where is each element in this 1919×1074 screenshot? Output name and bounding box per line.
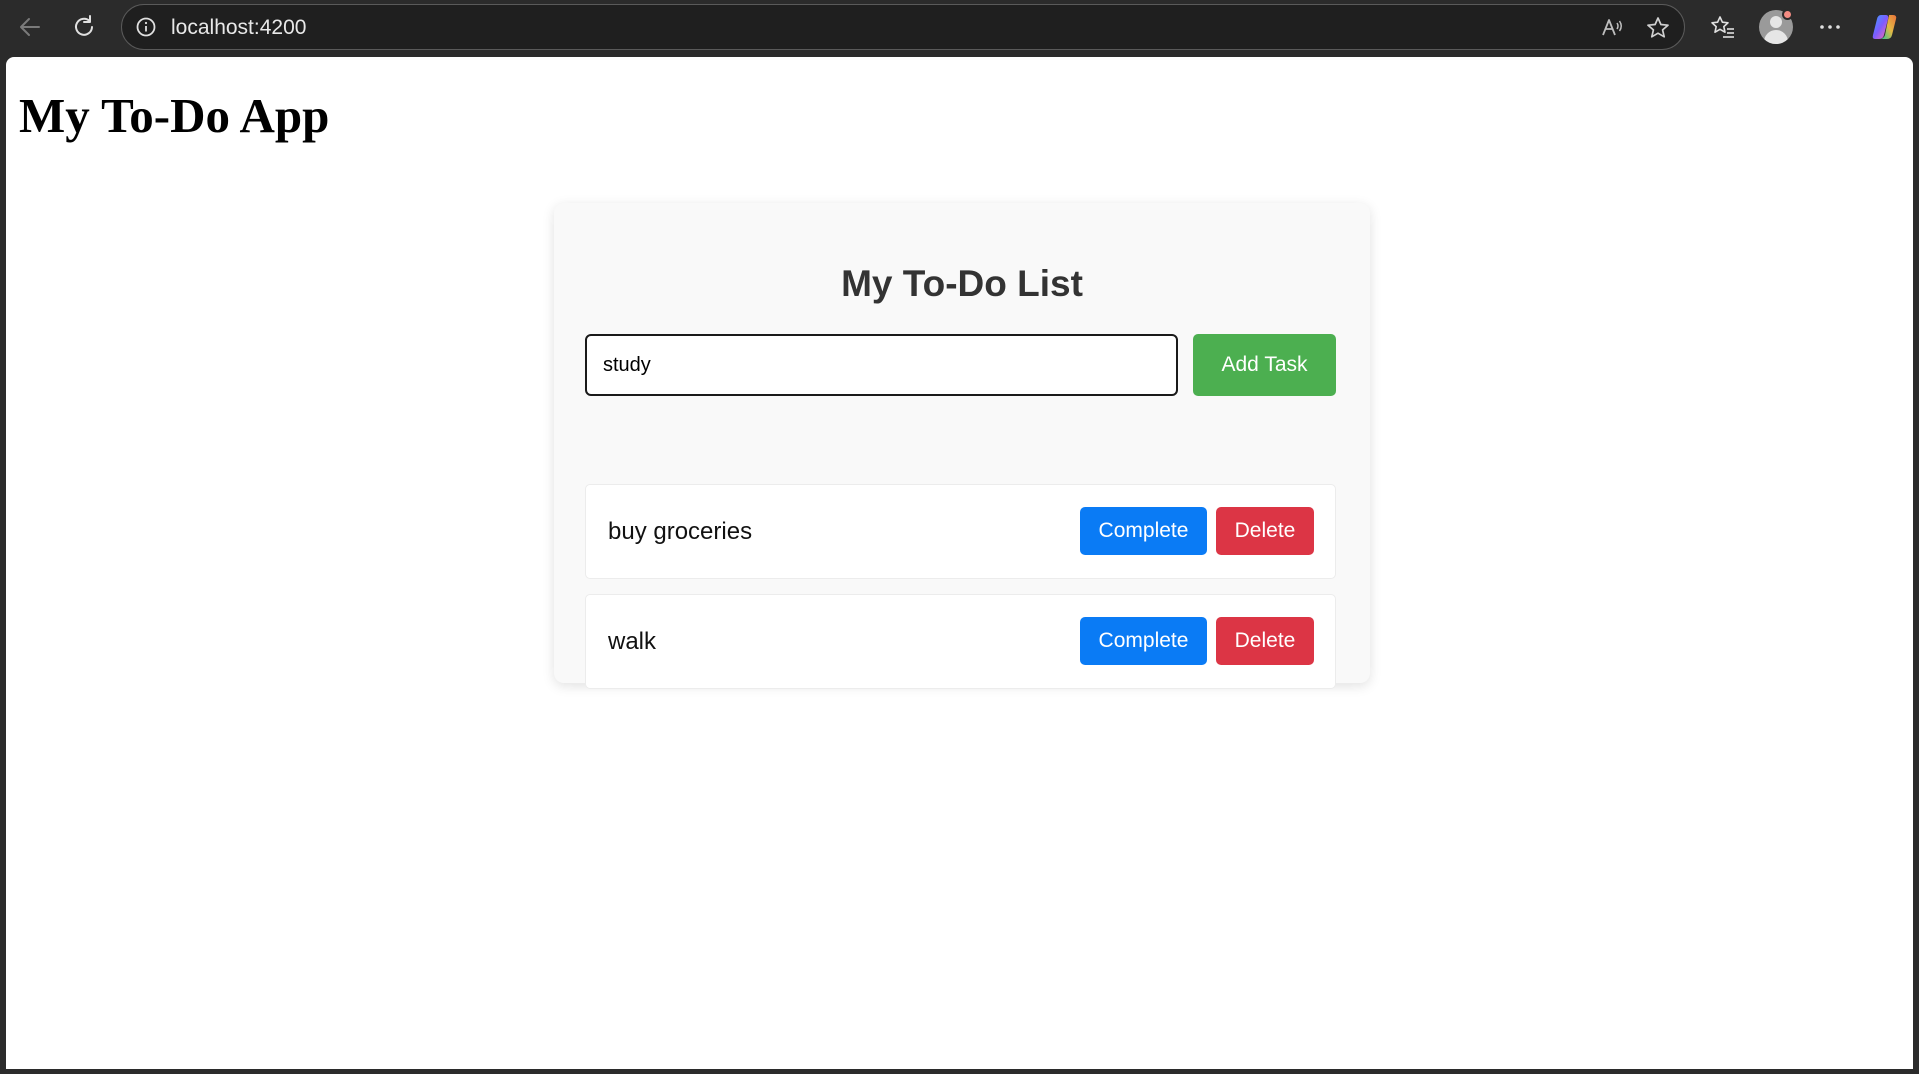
copilot-icon [1872, 15, 1897, 39]
back-button[interactable] [12, 9, 48, 45]
more-options-button[interactable] [1812, 9, 1848, 45]
complete-button[interactable]: Complete [1080, 507, 1207, 555]
todo-list-title: My To-Do List [841, 263, 1083, 304]
info-icon[interactable] [134, 15, 158, 39]
star-icon[interactable] [1644, 14, 1672, 42]
favorites-button[interactable] [1705, 9, 1741, 45]
task-item: buy groceries Complete Delete [585, 484, 1336, 579]
delete-button[interactable]: Delete [1216, 507, 1314, 555]
reload-icon [75, 15, 93, 36]
task-item: walk Complete Delete [585, 594, 1336, 689]
page-viewport: My To-Do App My To-Do List Add Task buy … [6, 57, 1913, 1069]
delete-button[interactable]: Delete [1216, 617, 1314, 665]
add-task-button[interactable]: Add Task [1193, 334, 1336, 396]
notification-dot [1782, 9, 1793, 20]
complete-button[interactable]: Complete [1080, 617, 1207, 665]
task-input[interactable] [585, 334, 1178, 396]
back-arrow-icon [20, 18, 40, 36]
page-title: My To-Do App [19, 88, 330, 143]
read-aloud-icon[interactable] [1598, 14, 1626, 42]
task-text: walk [608, 628, 657, 655]
reload-button[interactable] [66, 9, 102, 45]
favorites-icon [1711, 16, 1734, 38]
url-text[interactable]: localhost:4200 [171, 16, 306, 40]
address-bar[interactable]: localhost:4200 [121, 4, 1685, 50]
copilot-button[interactable] [1867, 9, 1903, 45]
more-options-icon [1820, 25, 1840, 29]
browser-toolbar: localhost:4200 [0, 0, 1919, 57]
task-text: buy groceries [608, 518, 753, 545]
todo-card: My To-Do List Add Task buy groceries Com… [554, 203, 1370, 689]
